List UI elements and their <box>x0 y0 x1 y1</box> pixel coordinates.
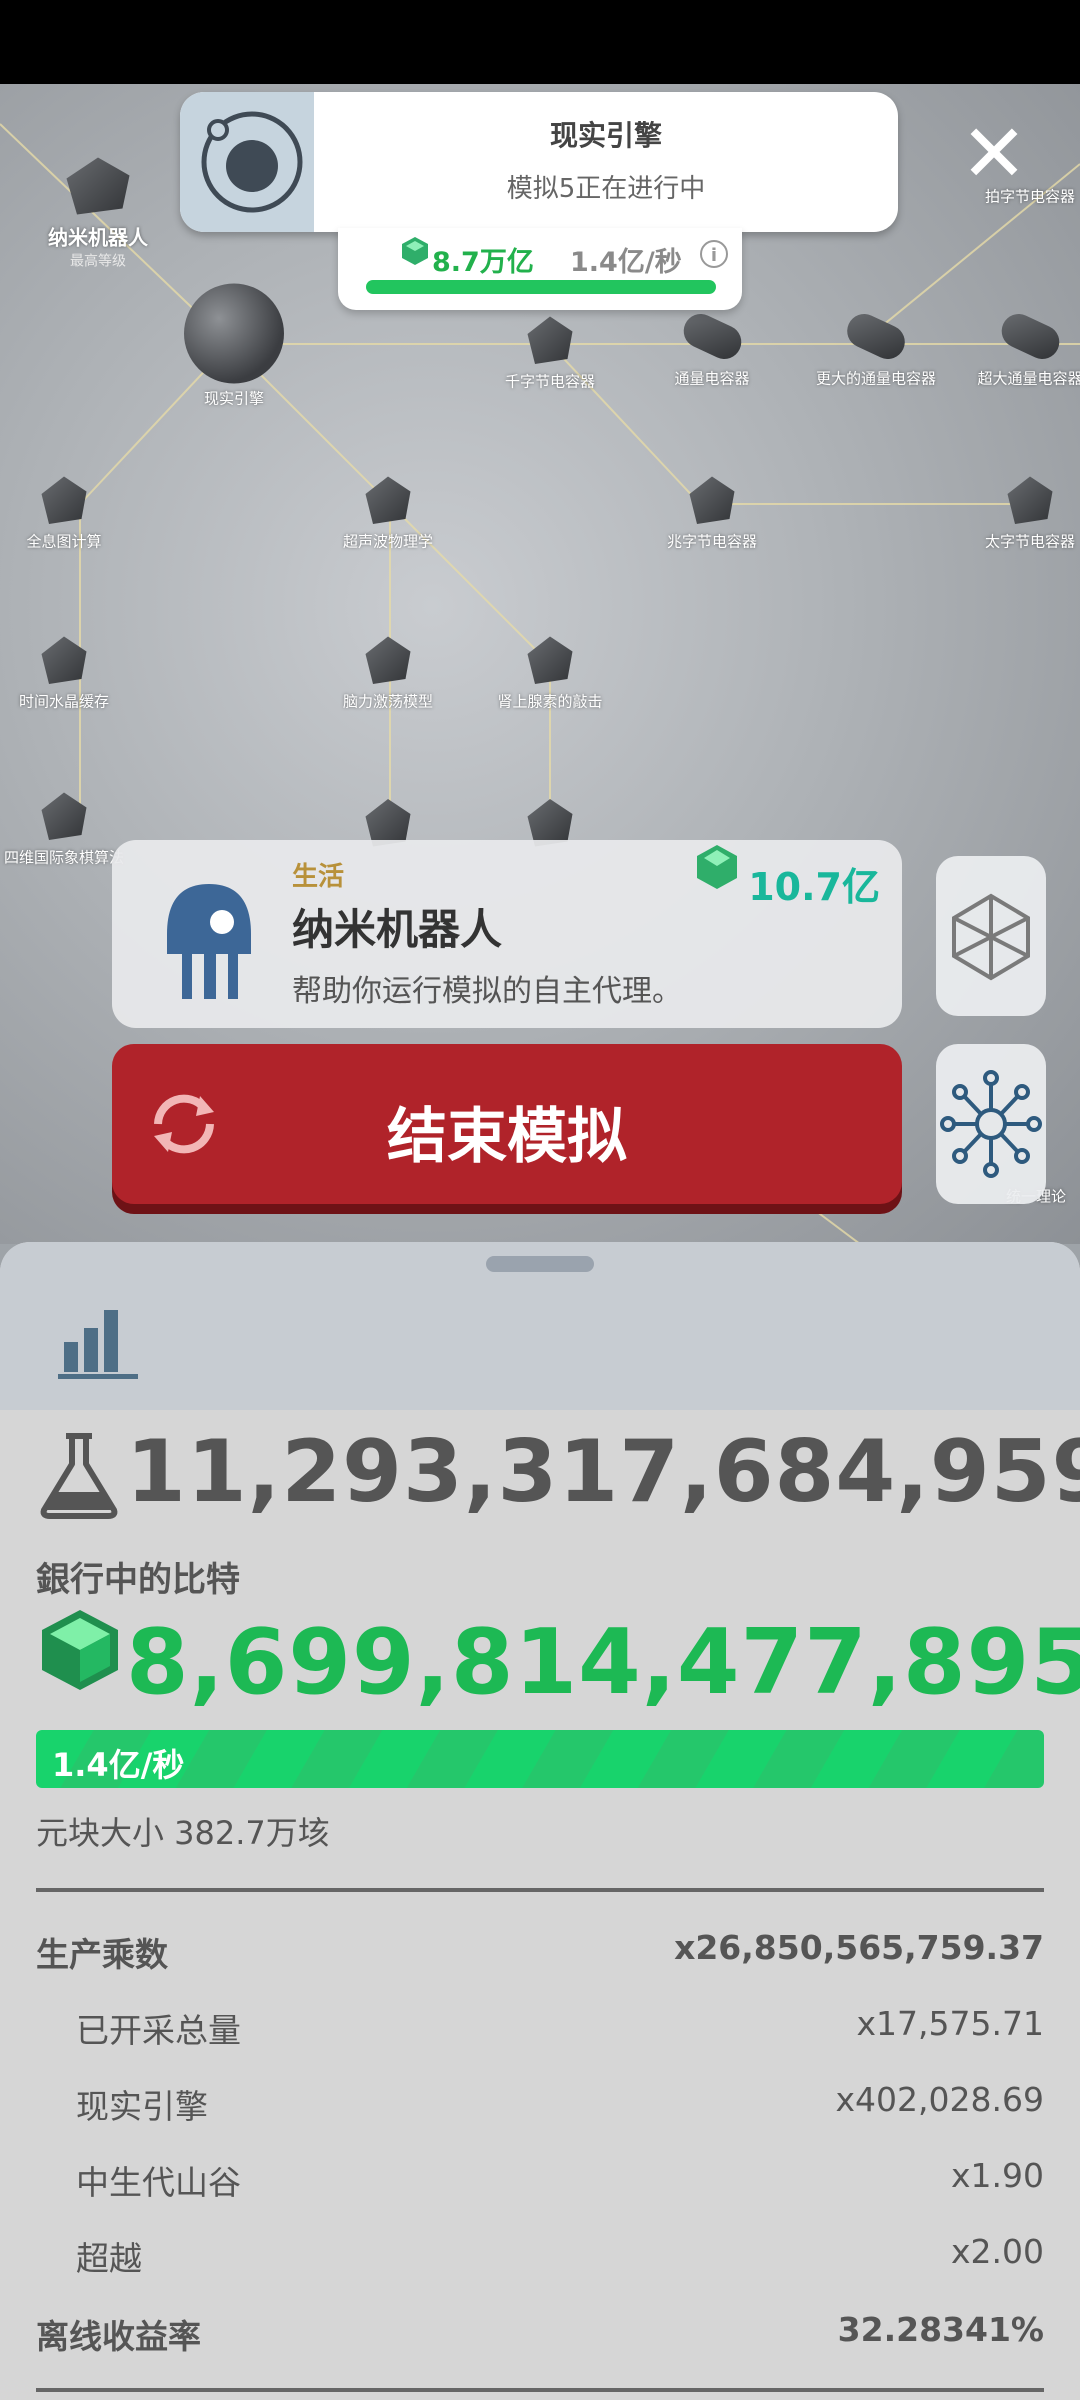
capacitor-node-icon <box>527 316 573 364</box>
end-simulation-label: 结束模拟 <box>387 1102 627 1172</box>
stat-row-label: 现实引擎 <box>76 2087 208 2126</box>
node-label: 脑力激荡模型 <box>342 692 434 711</box>
gem-icon <box>42 1610 118 1690</box>
capacitor-node-icon <box>1007 476 1053 524</box>
status-bar <box>0 0 1080 84</box>
node-label: 超声波物理学 <box>342 532 434 551</box>
reality-engine-node-icon <box>184 283 284 384</box>
tree-node[interactable]: 现实引擎 <box>184 283 284 409</box>
upgrade-cost: 10.7亿 <box>748 865 880 909</box>
node-label: 太字节电容器 <box>984 532 1076 551</box>
research-total: 11,293,317,684,959 <box>126 1422 1080 1522</box>
block-size: 元块大小 382.7万垓 <box>36 1814 330 1852</box>
divider <box>36 1888 1044 1892</box>
end-simulation-button[interactable]: 结束模拟 <box>112 1044 902 1204</box>
tech-node-icon <box>41 476 87 524</box>
tree-node[interactable]: 全息图计算 <box>26 476 102 552</box>
node-label: 现实引擎 <box>203 389 264 408</box>
stat-row-label: 离线收益率 <box>36 2317 201 2356</box>
stat-row-value: x402,028.69 <box>835 2080 1044 2119</box>
tech-node-icon <box>41 792 87 840</box>
flask-icon <box>40 1433 118 1519</box>
network-button[interactable] <box>936 856 1046 1016</box>
bits-rate: 1.4亿/秒 <box>570 247 682 278</box>
tree-node[interactable]: 千字节电容器 <box>504 316 596 392</box>
node-label: 千字节电容器 <box>504 372 596 391</box>
stat-row-label: 中生代山谷 <box>76 2163 241 2202</box>
stat-row-label: 已开采总量 <box>76 2011 241 2050</box>
rate-progress-bar <box>366 280 716 294</box>
upgrade-description: 帮助你运行模拟的自主代理。 <box>292 974 682 1009</box>
simulation-title: 现实引擎 <box>549 119 662 152</box>
node-label: 纳米机器人 <box>48 225 148 250</box>
tree-node[interactable]: 太字节电容器 <box>984 476 1076 552</box>
tree-node[interactable]: 脑力激荡模型 <box>342 636 434 712</box>
capacitor-node-icon <box>689 476 735 524</box>
node-label: 时间水晶缓存 <box>18 692 110 711</box>
stat-row-value: x2.00 <box>950 2232 1044 2271</box>
tech-node-icon <box>365 476 411 524</box>
node-label: 四维国际象棋算法 <box>3 848 125 867</box>
close-button[interactable]: ✕ <box>958 114 1030 194</box>
tree-node[interactable]: 肾上腺素的敲击 <box>497 636 603 712</box>
tree-node[interactable]: 更大的通量电容器 <box>815 308 937 389</box>
close-icon: ✕ <box>960 107 1028 200</box>
tree-node[interactable]: 通量电容器 <box>674 308 750 389</box>
tech-node-icon <box>527 636 573 684</box>
bits-value: 8,699,814,477,895 <box>126 1610 1080 1715</box>
rate-bar: 1.4亿/秒 <box>36 1730 1044 1788</box>
tree-node[interactable]: 时间水晶缓存 <box>18 636 110 712</box>
tech-node-icon <box>41 636 87 684</box>
reality-engine-icon <box>180 92 314 232</box>
bits-amount: 8.7万亿 <box>432 247 534 278</box>
gem-icon <box>697 845 737 889</box>
tree-node-nanobot[interactable]: 纳米机器人 最高等级 <box>48 157 148 271</box>
tree-node[interactable]: 四维国际象棋算法 <box>3 792 125 868</box>
stat-row-value: 32.28341% <box>837 2310 1044 2349</box>
bits-label: 銀行中的比特 <box>36 1560 240 1600</box>
node-label: 兆字节电容器 <box>666 532 758 551</box>
molecule-icon <box>940 1070 1042 1178</box>
stat-row-label: 超越 <box>76 2239 142 2278</box>
gem-icon <box>402 237 428 265</box>
simulation-status: 模拟5正在进行中 <box>506 174 706 204</box>
node-label: 通量电容器 <box>674 369 750 388</box>
upgrade-name: 纳米机器人 <box>292 905 503 954</box>
node-label: 超大通量电容器 <box>977 369 1080 388</box>
molecule-button[interactable] <box>936 1044 1046 1204</box>
upgrade-info-card[interactable]: 生活 纳米机器人 帮助你运行模拟的自主代理。 10.7亿 <box>112 840 902 1028</box>
stat-row-label: 生产乘数 <box>36 1935 168 1974</box>
tree-node[interactable]: 超大通量电容器 <box>977 308 1080 389</box>
tree-node[interactable]: 超声波物理学 <box>342 476 434 552</box>
stat-row-value: x1.90 <box>950 2156 1044 2195</box>
drag-handle[interactable] <box>486 1256 594 1272</box>
info-icon[interactable]: i <box>700 240 728 268</box>
node-label: 肾上腺素的敲击 <box>497 692 603 711</box>
node-sublabel: 最高等级 <box>70 253 126 270</box>
rate-label: 1.4亿/秒 <box>52 1746 185 1784</box>
tech-node-icon <box>365 636 411 684</box>
nanobot-node-icon <box>66 157 130 215</box>
upgrade-category: 生活 <box>292 862 345 892</box>
bits-rate-card[interactable]: 8.7万亿 1.4亿/秒 i <box>338 228 742 310</box>
stat-row-value: x17,575.71 <box>856 2004 1044 2043</box>
node-label: 全息图计算 <box>26 532 102 551</box>
stats-sheet[interactable]: 11,293,317,684,959 銀行中的比特 8,699,814,477,… <box>0 1242 1080 2400</box>
divider <box>36 2388 1044 2392</box>
node-label: 更大的通量电容器 <box>815 369 937 388</box>
simulation-card[interactable]: 现实引擎 模拟5正在进行中 <box>180 92 898 232</box>
octopus-icon <box>167 884 251 999</box>
stat-row-value: x26,850,565,759.37 <box>674 1928 1044 1967</box>
stats-icon[interactable] <box>56 1300 140 1382</box>
tree-node[interactable]: 兆字节电容器 <box>666 476 758 552</box>
network-icon <box>952 893 1030 981</box>
